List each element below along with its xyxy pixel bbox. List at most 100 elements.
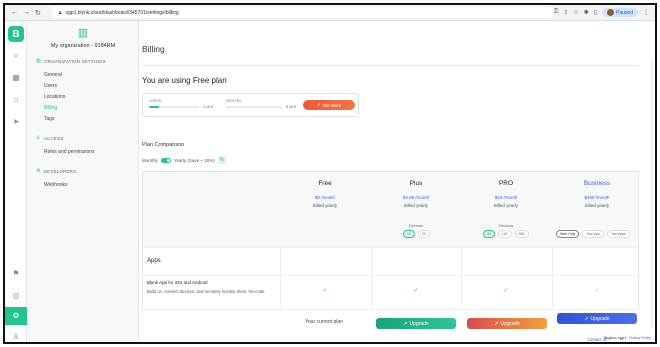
- share-icon[interactable]: ⇪: [563, 9, 568, 16]
- billing-main: Billing You are using Free plan USERS 1 …: [139, 21, 655, 342]
- url-text: sgp1.blynk.cloud/dashboard/345701/settin…: [65, 9, 179, 16]
- sidebar-item-webhooks[interactable]: Webhooks: [44, 182, 68, 188]
- upgrade-label: Upgrade: [590, 315, 610, 322]
- sidebar-item-locations[interactable]: Locations: [44, 94, 65, 100]
- check-icon: ✓: [322, 288, 328, 294]
- users-progress-fill: [149, 106, 159, 108]
- browser-window: ← → ↻ 🔒︎ sgp1.blynk.cloud/dashboard/3457…: [3, 3, 657, 344]
- extensions-icon[interactable]: ✱: [584, 9, 589, 16]
- section-label: ACCESS: [43, 135, 64, 141]
- building-icon[interactable]: ⌂: [11, 95, 21, 105]
- app-option[interactable]: One App: [582, 230, 604, 238]
- grid-icon[interactable]: ▦: [11, 73, 21, 83]
- sidebar-item-roles[interactable]: Roles and permissions: [44, 149, 95, 155]
- apps-section: Apps: [143, 247, 638, 275]
- feature-row: Blynk App for iOS and Android Build UI, …: [143, 275, 638, 310]
- sidebar-item-billing[interactable]: Billing: [44, 105, 57, 111]
- rocket-icon: ➚: [316, 102, 321, 107]
- divider: [142, 65, 639, 66]
- device-option[interactable]: 20: [417, 230, 430, 238]
- address-bar[interactable]: 🔒︎ sgp1.blynk.cloud/dashboard/345701/set…: [50, 7, 554, 18]
- star-icon[interactable]: ☆: [573, 9, 578, 16]
- device-option[interactable]: 100: [497, 230, 512, 238]
- device-option[interactable]: 40: [483, 230, 495, 238]
- blynk-logo[interactable]: B: [8, 26, 24, 42]
- business-app-options: Web Only One App Two Apps: [556, 230, 631, 238]
- yearly-label: Yearly (Save ~ 20%): [173, 157, 215, 163]
- devices-progress: [226, 106, 282, 108]
- search-icon[interactable]: ⌕: [11, 51, 21, 61]
- plan-footer: Your current plan ➚ Upgrade ➚ Upgrade ➚ …: [142, 309, 639, 342]
- scrollbar[interactable]: [651, 59, 653, 329]
- org-name: My organization - 9184RM: [50, 43, 116, 49]
- organization-icon: ▥: [77, 27, 89, 39]
- sidebar-toggle-icon[interactable]: ▯: [594, 9, 597, 16]
- help-icon[interactable]: ◎: [11, 291, 21, 301]
- avatar: [607, 9, 615, 16]
- section-developers: ⚙ DEVELOPERS: [36, 168, 76, 174]
- settings-icon[interactable]: ⚙: [5, 307, 27, 325]
- org-settings-icon: ▥: [36, 58, 41, 64]
- get-more-button[interactable]: ➚ Get More: [303, 100, 355, 110]
- developers-icon: ⚙: [36, 168, 41, 174]
- pro-device-options: 40 100 500: [483, 230, 529, 238]
- back-icon[interactable]: ←: [11, 9, 18, 17]
- billing-period-toggle: Monthly Yearly (Save ~ 20%) %: [142, 156, 226, 164]
- section-label: ORGANIZATION SETTINGS: [43, 58, 106, 64]
- access-icon: ♙: [36, 135, 41, 141]
- send-icon[interactable]: ➤: [11, 117, 21, 127]
- device-option[interactable]: 500: [514, 230, 529, 238]
- column-divider: [280, 247, 281, 310]
- upgrade-pro-button[interactable]: ➚ Upgrade: [467, 318, 547, 329]
- plan-name-plus: Plus: [409, 180, 423, 187]
- section-org-settings: ▥ ORGANIZATION SETTINGS: [36, 58, 106, 64]
- check-icon: ✓: [594, 288, 600, 294]
- plan-billing-business: Billed yearly: [584, 203, 610, 208]
- plan-name-business: Business: [583, 180, 611, 187]
- sidebar-item-users[interactable]: Users: [44, 83, 57, 89]
- reload-icon[interactable]: ↻: [35, 9, 41, 17]
- discount-icon: %: [217, 156, 226, 164]
- org-header: ▥ My organization - 9184RM: [27, 26, 139, 49]
- sidebar-item-general[interactable]: General: [44, 72, 62, 78]
- plan-name-pro: PRO: [498, 180, 514, 187]
- plus-devices-label: Devices: [408, 223, 424, 228]
- section-label: DEVELOPERS: [43, 168, 77, 174]
- check-icon: ✓: [413, 288, 419, 294]
- plan-name-free: Free: [318, 180, 332, 187]
- plan-billing-pro: Billed yearly: [493, 203, 519, 208]
- lock-icon: 🔒︎: [58, 9, 62, 16]
- monthly-label: Monthly: [142, 157, 158, 163]
- plan-comparison-heading: Plan Comparison: [142, 142, 185, 148]
- plan-price-pro: $42 /month: [494, 195, 518, 200]
- settings-sidebar: ▥ My organization - 9184RM ▥ ORGANIZATIO…: [27, 21, 139, 342]
- user-icon[interactable]: ♙: [11, 332, 21, 342]
- key-icon[interactable]: ⚿: [554, 9, 559, 16]
- plan-price-plus: $4.99 /month: [402, 195, 430, 200]
- app-option[interactable]: Web Only: [556, 230, 580, 238]
- plan-billing-free: Billed yearly: [312, 203, 338, 208]
- feature-title: Blynk App for iOS and Android: [147, 280, 208, 285]
- users-label: USERS: [149, 99, 162, 103]
- period-switch[interactable]: [160, 157, 171, 163]
- page-title: Billing: [142, 44, 165, 54]
- feature-description: Build UI, connect devices, and remotely …: [147, 289, 266, 294]
- upgrade-label: Upgrade: [500, 320, 520, 327]
- rocket-icon: ➚: [403, 320, 408, 327]
- app-option[interactable]: Two Apps: [606, 230, 631, 238]
- menu-icon[interactable]: ⋮: [643, 9, 649, 16]
- upgrade-label: Upgrade: [409, 320, 429, 327]
- profile-button[interactable]: Paused: [602, 8, 638, 17]
- forward-icon[interactable]: →: [23, 9, 30, 17]
- device-option[interactable]: 10: [403, 230, 415, 238]
- plus-device-options: 10 20: [403, 230, 430, 238]
- privacy-link[interactable]: Privacy Policy: [629, 336, 651, 340]
- rocket-icon: ➚: [584, 315, 589, 322]
- upgrade-plus-button[interactable]: ➚ Upgrade: [376, 318, 456, 329]
- upgrade-business-button[interactable]: ➚ Upgrade: [557, 313, 637, 324]
- current-plan-heading: You are using Free plan: [142, 76, 227, 85]
- megaphone-icon[interactable]: ⚑: [11, 269, 21, 279]
- pro-devices-label: Devices: [498, 223, 514, 228]
- users-count: 1 of 5: [203, 104, 214, 109]
- sidebar-item-tags[interactable]: Tags: [44, 116, 55, 122]
